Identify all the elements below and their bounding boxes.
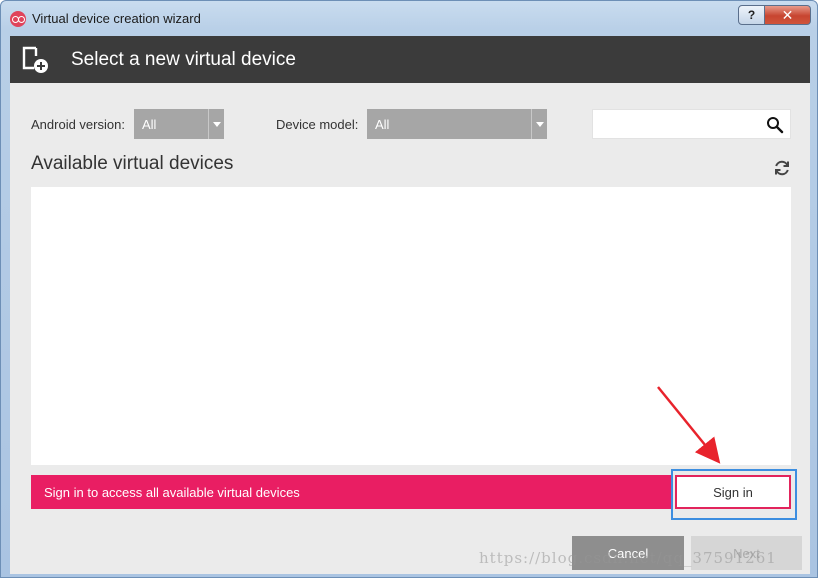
android-version-label: Android version: — [31, 117, 125, 132]
close-button[interactable]: ✕ — [765, 5, 811, 25]
device-model-value: All — [375, 117, 390, 132]
window-title: Virtual device creation wizard — [32, 11, 201, 26]
search-box — [592, 109, 791, 139]
caption-buttons: ? ✕ — [738, 5, 811, 25]
section-title: Available virtual devices — [31, 153, 234, 174]
android-version-select[interactable]: All — [134, 109, 224, 139]
search-icon[interactable] — [766, 116, 784, 134]
android-version-value: All — [142, 117, 157, 132]
search-input[interactable] — [599, 115, 759, 135]
chevron-down-icon — [208, 109, 224, 139]
filter-bar: Android version: All Device model: All — [10, 109, 810, 139]
chevron-down-icon — [531, 109, 547, 139]
sign-in-banner: Sign in to access all available virtual … — [31, 475, 671, 509]
page-title: Select a new virtual device — [71, 49, 296, 70]
title-bar[interactable]: Virtual device creation wizard ? ✕ — [1, 1, 818, 35]
window-frame: Virtual device creation wizard ? ✕ Selec… — [0, 0, 818, 578]
wizard-body: Select a new virtual device Android vers… — [10, 36, 810, 574]
banner-text: Sign in to access all available virtual … — [44, 485, 300, 500]
device-model-select[interactable]: All — [367, 109, 547, 139]
device-list[interactable] — [31, 187, 791, 465]
app-logo-icon — [10, 11, 26, 27]
wizard-header: Select a new virtual device — [10, 36, 810, 83]
cancel-button[interactable]: Cancel — [572, 536, 684, 570]
refresh-icon[interactable] — [773, 159, 791, 177]
add-device-icon — [22, 46, 48, 73]
help-button[interactable]: ? — [738, 5, 765, 25]
next-button[interactable]: Next — [691, 536, 802, 570]
sign-in-button[interactable]: Sign in — [675, 475, 791, 509]
device-model-label: Device model: — [276, 117, 359, 132]
